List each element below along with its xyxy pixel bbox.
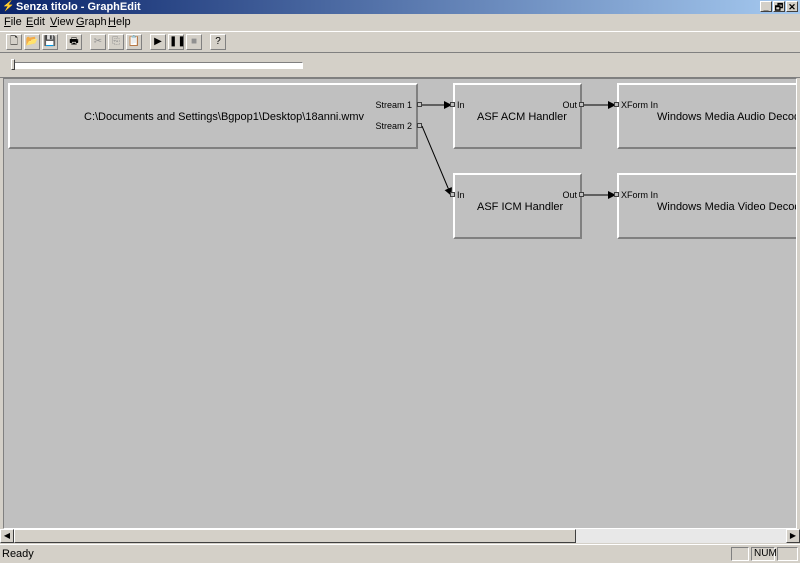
menu-edit[interactable]: Edit [26, 14, 45, 30]
icm-out-pin-label: Out [562, 190, 577, 200]
paste-icon[interactable]: 📋 [126, 34, 142, 50]
acm-in-pin-label: In [457, 100, 465, 110]
status-num-indicator: NUM [751, 547, 777, 561]
status-panel-scroll [777, 547, 798, 561]
filter-asf-acm-handler[interactable]: ASF ACM Handler In Out [453, 83, 582, 149]
menu-view[interactable]: View [50, 14, 74, 30]
new-file-icon[interactable]: 🗋 [6, 34, 22, 50]
menu-bar: File Edit View Graph Help [0, 14, 800, 30]
menu-file[interactable]: File [4, 14, 22, 30]
cut-icon[interactable]: ✂ [90, 34, 106, 50]
status-bar: Ready NUM [0, 544, 800, 563]
minimize-button[interactable]: _ [760, 1, 772, 12]
window-title: Senza titolo - GraphEdit [16, 1, 141, 13]
copy-icon[interactable]: ⎘ [108, 34, 124, 50]
scroll-thumb[interactable] [14, 529, 576, 543]
icm-in-pin[interactable] [450, 192, 455, 197]
seek-track[interactable] [11, 62, 303, 69]
acm-in-pin[interactable] [450, 102, 455, 107]
pin-stream-1[interactable] [417, 102, 422, 107]
icm-handler-name: ASF ICM Handler [477, 201, 564, 213]
pause-icon[interactable]: ❚❚ [168, 34, 186, 50]
help-icon[interactable]: ? [210, 34, 226, 50]
video-decoder-in-pin-label: XForm In [621, 190, 659, 200]
scroll-left-icon[interactable]: ◀ [0, 529, 14, 543]
pin-stream-2-label: Stream 2 [375, 121, 412, 131]
video-decoder-in-pin[interactable] [614, 192, 619, 197]
print-icon[interactable]: 🖶 [66, 34, 82, 50]
menu-graph[interactable]: Graph [76, 14, 107, 30]
acm-out-pin[interactable] [579, 102, 584, 107]
video-decoder-name: Windows Media Video Decoder [657, 201, 797, 213]
audio-decoder-in-pin-label: XForm In [621, 100, 659, 110]
filter-source-file[interactable]: C:\Documents and Settings\Bgpop1\Desktop… [8, 83, 418, 149]
audio-decoder-in-pin[interactable] [614, 102, 619, 107]
pin-stream-1-label: Stream 1 [375, 100, 412, 110]
stop-icon[interactable]: ■ [186, 34, 202, 50]
graphedit-app-icon: ⚡ [2, 1, 15, 12]
status-text: Ready [2, 548, 34, 560]
open-file-icon[interactable]: 📂 [24, 34, 40, 50]
filter-asf-icm-handler[interactable]: ASF ICM Handler In Out [453, 173, 582, 239]
seek-thumb[interactable] [11, 59, 15, 70]
filter-wm-audio-decoder[interactable]: Windows Media Audio Decoder XForm In [617, 83, 797, 149]
connection-stream2-icm[interactable] [421, 125, 452, 196]
title-bar: ⚡ Senza titolo - GraphEdit _ 🗗 ✕ [0, 0, 800, 14]
icm-out-pin[interactable] [579, 192, 584, 197]
pin-stream-2[interactable] [417, 123, 422, 128]
scroll-right-icon[interactable]: ▶ [786, 529, 800, 543]
acm-handler-name: ASF ACM Handler [477, 111, 567, 123]
save-icon[interactable]: 💾 [42, 34, 58, 50]
filter-wm-video-decoder[interactable]: Windows Media Video Decoder XForm In [617, 173, 797, 239]
status-panel-empty [731, 547, 749, 561]
audio-decoder-name: Windows Media Audio Decoder [657, 111, 797, 123]
acm-out-pin-label: Out [562, 100, 577, 110]
menu-help[interactable]: Help [108, 14, 131, 30]
play-icon[interactable]: ▶ [150, 34, 166, 50]
graph-canvas[interactable]: C:\Documents and Settings\Bgpop1\Desktop… [3, 78, 797, 529]
horizontal-scrollbar[interactable]: ◀ ▶ [0, 529, 800, 543]
close-button[interactable]: ✕ [786, 1, 798, 12]
icm-in-pin-label: In [457, 190, 465, 200]
toolbar: 🗋 📂 💾 🖶 ✂ ⎘ 📋 ▶ ❚❚ ■ ? [0, 31, 800, 53]
restore-button[interactable]: 🗗 [773, 1, 785, 12]
source-file-name: C:\Documents and Settings\Bgpop1\Desktop… [84, 111, 365, 123]
